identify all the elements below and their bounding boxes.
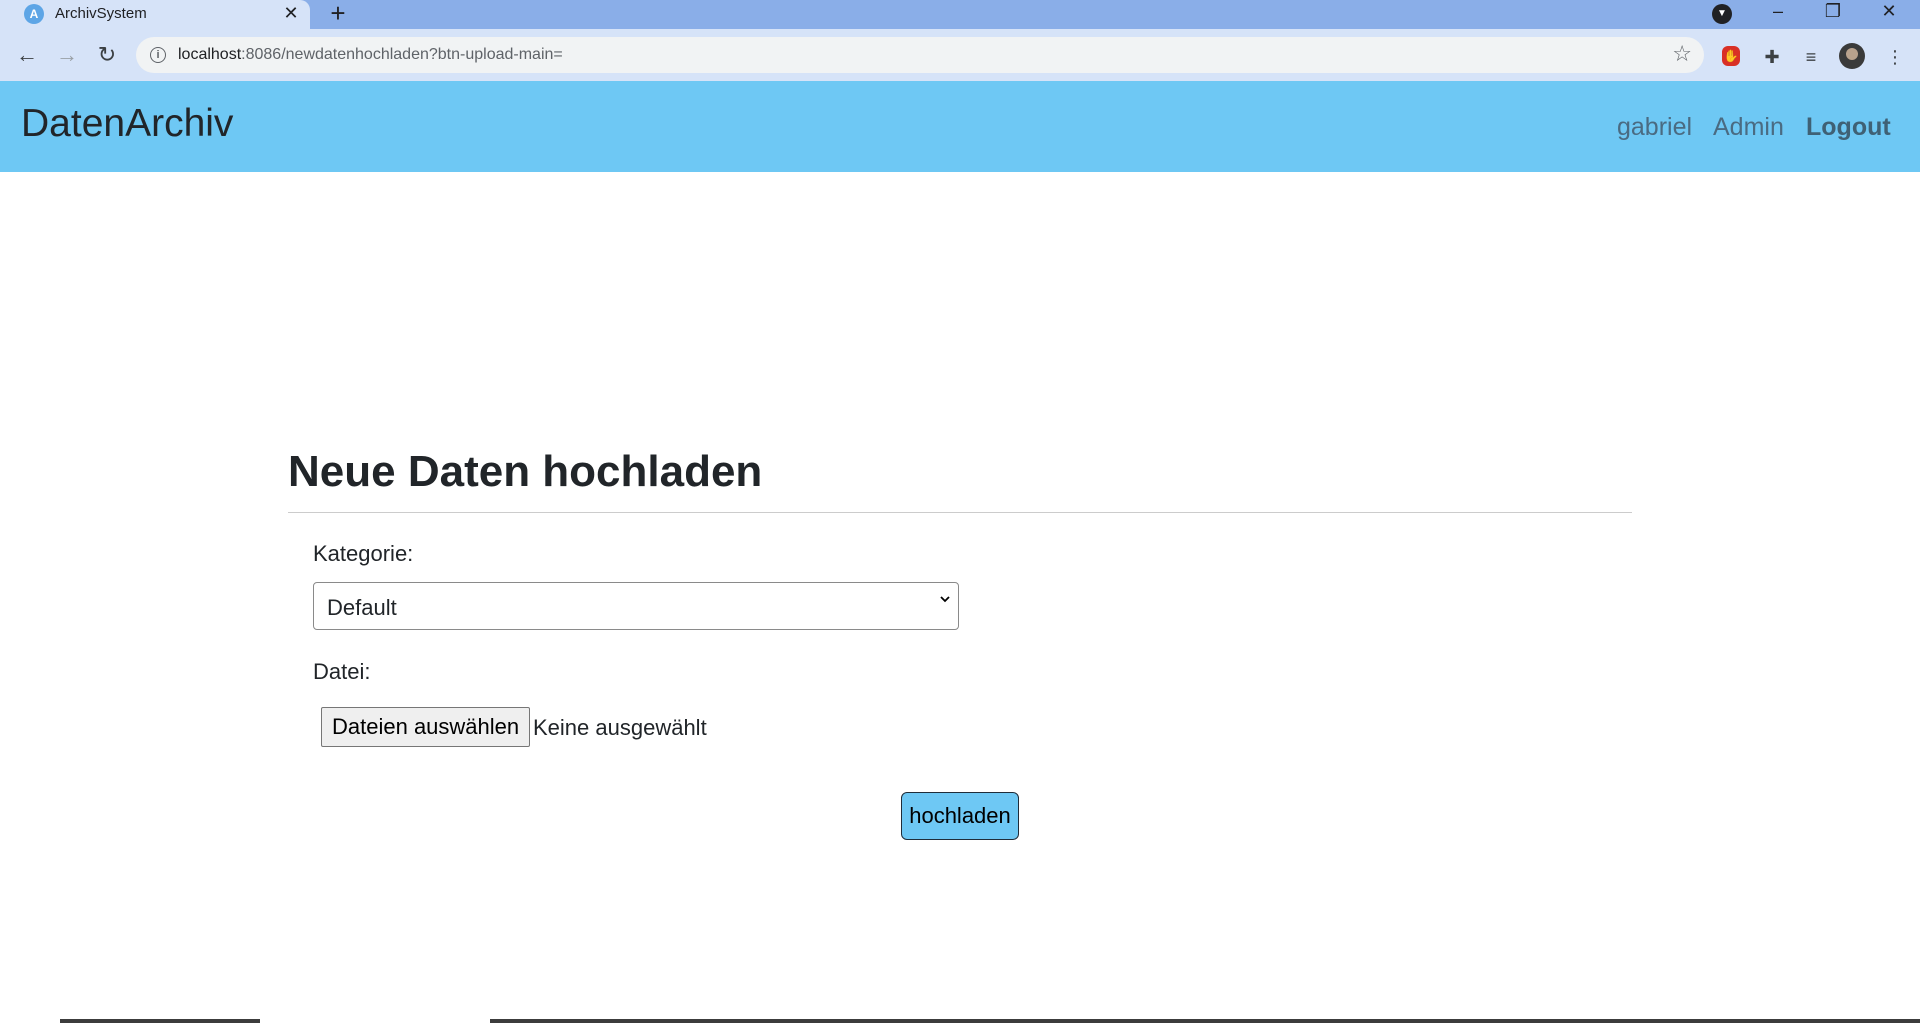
upload-submit-button[interactable]: hochladen <box>901 792 1019 840</box>
nav-link-logout[interactable]: Logout <box>1806 113 1891 142</box>
forward-arrow-icon[interactable]: → <box>52 41 82 71</box>
back-arrow-icon[interactable]: ← <box>12 41 42 71</box>
tab-search-icon[interactable]: ▼ <box>1712 4 1732 24</box>
category-select[interactable]: Default <box>313 582 959 630</box>
adblock-extension-icon[interactable]: ✋ <box>1722 46 1740 66</box>
nav-link-admin[interactable]: Admin <box>1713 113 1784 142</box>
brand-logo[interactable]: DatenArchiv <box>21 102 233 146</box>
media-control-icon[interactable]: ≡ <box>1800 46 1822 68</box>
minimize-icon[interactable]: – <box>1755 0 1801 26</box>
site-favicon-icon: A <box>24 4 44 24</box>
upload-form-container: Neue Daten hochladen Kategorie: Default … <box>288 440 1632 840</box>
tab-title: ArchivSystem <box>55 5 147 22</box>
site-info-icon[interactable]: i <box>150 47 166 63</box>
restore-icon[interactable]: ❐ <box>1810 0 1856 26</box>
reload-icon[interactable]: ↻ <box>92 41 122 71</box>
browser-tab[interactable]: A ArchivSystem ✕ <box>0 0 310 29</box>
category-label: Kategorie: <box>313 541 414 566</box>
browser-menu-icon[interactable]: ⋮ <box>1884 46 1906 68</box>
title-divider <box>288 512 1632 513</box>
file-status-text: Keine ausgewählt <box>533 715 707 740</box>
browser-toolbar: ← → ↻ i localhost:8086/newdatenhochladen… <box>0 29 1920 81</box>
page-title: Neue Daten hochladen <box>288 447 763 496</box>
choose-files-button[interactable]: Dateien auswählen <box>321 707 531 747</box>
app-navbar: DatenArchiv gabriel Admin Logout <box>0 81 1920 172</box>
url-text[interactable]: localhost:8086/newdatenhochladen?btn-upl… <box>178 46 563 64</box>
new-tab-icon[interactable]: + <box>324 0 352 28</box>
extensions-puzzle-icon[interactable]: ✚ <box>1761 46 1783 68</box>
file-label: Datei: <box>313 659 371 684</box>
tab-close-icon[interactable]: ✕ <box>280 2 302 24</box>
chevron-down-icon <box>940 596 950 603</box>
taskbar-edge <box>0 1019 1920 1023</box>
category-selected-value: Default <box>327 595 397 620</box>
browser-tab-bar: A ArchivSystem ✕ + ▼ – ❐ ✕ <box>0 0 1920 29</box>
bookmark-star-icon[interactable]: ☆ <box>1672 41 1692 67</box>
window-close-icon[interactable]: ✕ <box>1866 0 1912 26</box>
address-bar[interactable]: i localhost:8086/newdatenhochladen?btn-u… <box>136 37 1704 73</box>
profile-avatar[interactable] <box>1839 43 1865 69</box>
nav-link-user[interactable]: gabriel <box>1617 113 1692 142</box>
